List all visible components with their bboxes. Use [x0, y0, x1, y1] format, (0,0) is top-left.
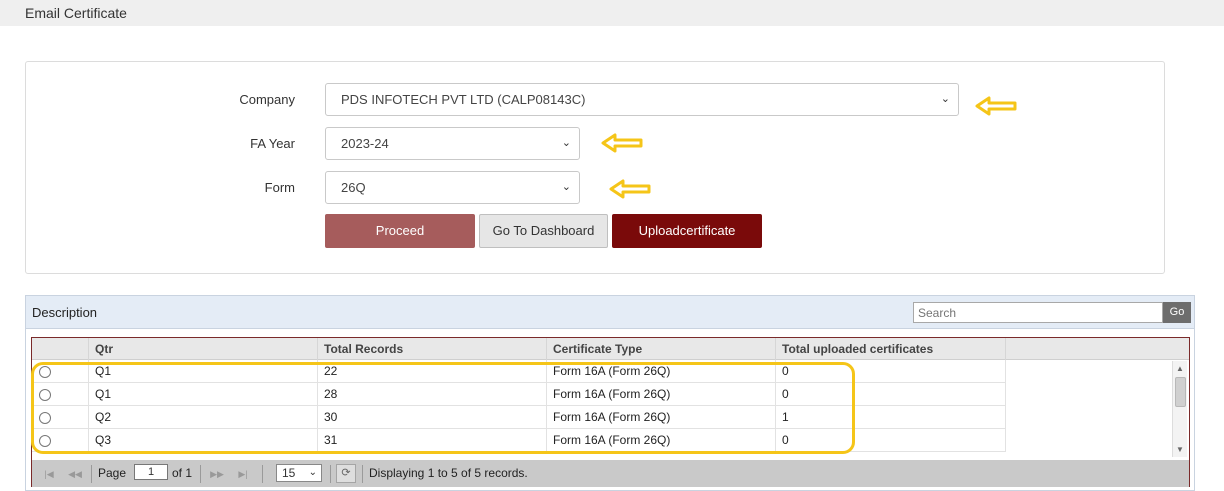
form-label: Form: [264, 180, 295, 195]
refresh-icon[interactable]: ⟳: [336, 464, 356, 483]
column-header-total-uploaded[interactable]: Total uploaded certificates: [776, 338, 1006, 360]
row-select-cell[interactable]: [32, 383, 89, 406]
row-select-cell[interactable]: [32, 360, 89, 383]
pager-divider: [200, 465, 201, 483]
table-row[interactable]: Q3 31 Form 16A (Form 26Q) 0: [32, 429, 1006, 452]
table-row[interactable]: Q1 28 Form 16A (Form 26Q) 0: [32, 383, 1006, 406]
pager-divider: [91, 465, 92, 483]
next-page-icon[interactable]: ▶▶: [208, 466, 226, 482]
row-radio[interactable]: [39, 435, 51, 447]
page-label: Page: [98, 466, 127, 480]
annotation-arrow-icon: [601, 133, 643, 153]
last-page-icon[interactable]: ▶|: [234, 466, 252, 482]
row-select-cell[interactable]: [32, 406, 89, 429]
search-input[interactable]: [913, 302, 1163, 323]
cell-total-uploaded: 0: [776, 429, 1006, 452]
rows-per-page-value: 15: [282, 466, 296, 480]
cell-total-records: 31: [318, 429, 547, 452]
cell-total-uploaded: 0: [776, 360, 1006, 383]
pager-divider: [262, 465, 263, 483]
column-header-certificate-type[interactable]: Certificate Type: [547, 338, 776, 360]
table-scrollbar[interactable]: ▲ ▼: [1172, 361, 1187, 457]
go-to-dashboard-button[interactable]: Go To Dashboard: [479, 214, 608, 248]
chevron-down-icon: ⌄: [940, 93, 950, 105]
fa-year-label: FA Year: [250, 136, 295, 151]
cell-total-records: 22: [318, 360, 547, 383]
row-radio[interactable]: [39, 412, 51, 424]
fa-year-select[interactable]: 2023-24 ⌄: [325, 127, 580, 160]
proceed-button[interactable]: Proceed: [325, 214, 475, 248]
cell-certificate-type: Form 16A (Form 26Q): [547, 406, 776, 429]
search-go-button[interactable]: Go: [1163, 302, 1191, 323]
table-row[interactable]: Q1 22 Form 16A (Form 26Q) 0: [32, 360, 1006, 383]
prev-page-icon[interactable]: ◀◀: [66, 466, 84, 482]
company-label: Company: [239, 92, 295, 107]
scroll-up-icon[interactable]: ▲: [1176, 364, 1184, 373]
grid-caption: Description: [32, 305, 98, 320]
row-select-cell[interactable]: [32, 429, 89, 452]
column-header-select: [32, 338, 89, 360]
chevron-down-icon: ⌄: [308, 467, 317, 478]
pager-divider: [330, 465, 331, 483]
cell-qtr: Q3: [89, 429, 318, 452]
form-select-value: 26Q: [341, 180, 366, 195]
table-header-row: Qtr Total Records Certificate Type Total…: [32, 338, 1189, 360]
column-header-total-records[interactable]: Total Records: [318, 338, 547, 360]
first-page-icon[interactable]: |◀: [40, 466, 58, 482]
records-status: Displaying 1 to 5 of 5 records.: [369, 466, 528, 480]
cell-certificate-type: Form 16A (Form 26Q): [547, 360, 776, 383]
company-select-value: PDS INFOTECH PVT LTD (CALP08143C): [341, 92, 586, 107]
records-table: Qtr Total Records Certificate Type Total…: [31, 337, 1190, 487]
table-body: Q1 22 Form 16A (Form 26Q) 0 Q1 28 Form 1…: [32, 360, 1189, 457]
cell-qtr: Q1: [89, 383, 318, 406]
rows-per-page-select[interactable]: 15 ⌄: [276, 464, 322, 482]
page-number-input[interactable]: 1: [134, 464, 168, 480]
form-select[interactable]: 26Q ⌄: [325, 171, 580, 204]
annotation-arrow-icon: [975, 96, 1017, 116]
fa-year-select-value: 2023-24: [341, 136, 389, 151]
grid-header: Description Go: [26, 296, 1194, 329]
chevron-down-icon: ⌄: [561, 181, 571, 193]
cell-total-records: 30: [318, 406, 547, 429]
scroll-down-icon[interactable]: ▼: [1176, 445, 1184, 454]
page-count-label: of 1: [172, 466, 193, 480]
pager-divider: [362, 465, 363, 483]
annotation-arrow-icon: [609, 179, 651, 199]
cell-total-records: 28: [318, 383, 547, 406]
cell-qtr: Q2: [89, 406, 318, 429]
company-select[interactable]: PDS INFOTECH PVT LTD (CALP08143C) ⌄: [325, 83, 959, 116]
upload-certificate-button[interactable]: Uploadcertificate: [612, 214, 762, 248]
cell-certificate-type: Form 16A (Form 26Q): [547, 383, 776, 406]
page-title: Email Certificate: [25, 5, 127, 21]
cell-qtr: Q1: [89, 360, 318, 383]
cell-total-uploaded: 0: [776, 383, 1006, 406]
chevron-down-icon: ⌄: [561, 137, 571, 149]
scrollbar-thumb[interactable]: [1175, 377, 1186, 407]
title-bar: Email Certificate: [0, 0, 1224, 26]
table-row[interactable]: Q2 30 Form 16A (Form 26Q) 1: [32, 406, 1006, 429]
cell-certificate-type: Form 16A (Form 26Q): [547, 429, 776, 452]
cell-total-uploaded: 1: [776, 406, 1006, 429]
row-radio[interactable]: [39, 389, 51, 401]
description-grid-panel: Description Go Qtr Total Records Certifi…: [25, 295, 1195, 491]
row-radio[interactable]: [39, 366, 51, 378]
pager-bar: |◀ ◀◀ Page 1 of 1 ▶▶ ▶| 15 ⌄ ⟳ Displayin…: [32, 460, 1189, 487]
column-header-qtr[interactable]: Qtr: [89, 338, 318, 360]
